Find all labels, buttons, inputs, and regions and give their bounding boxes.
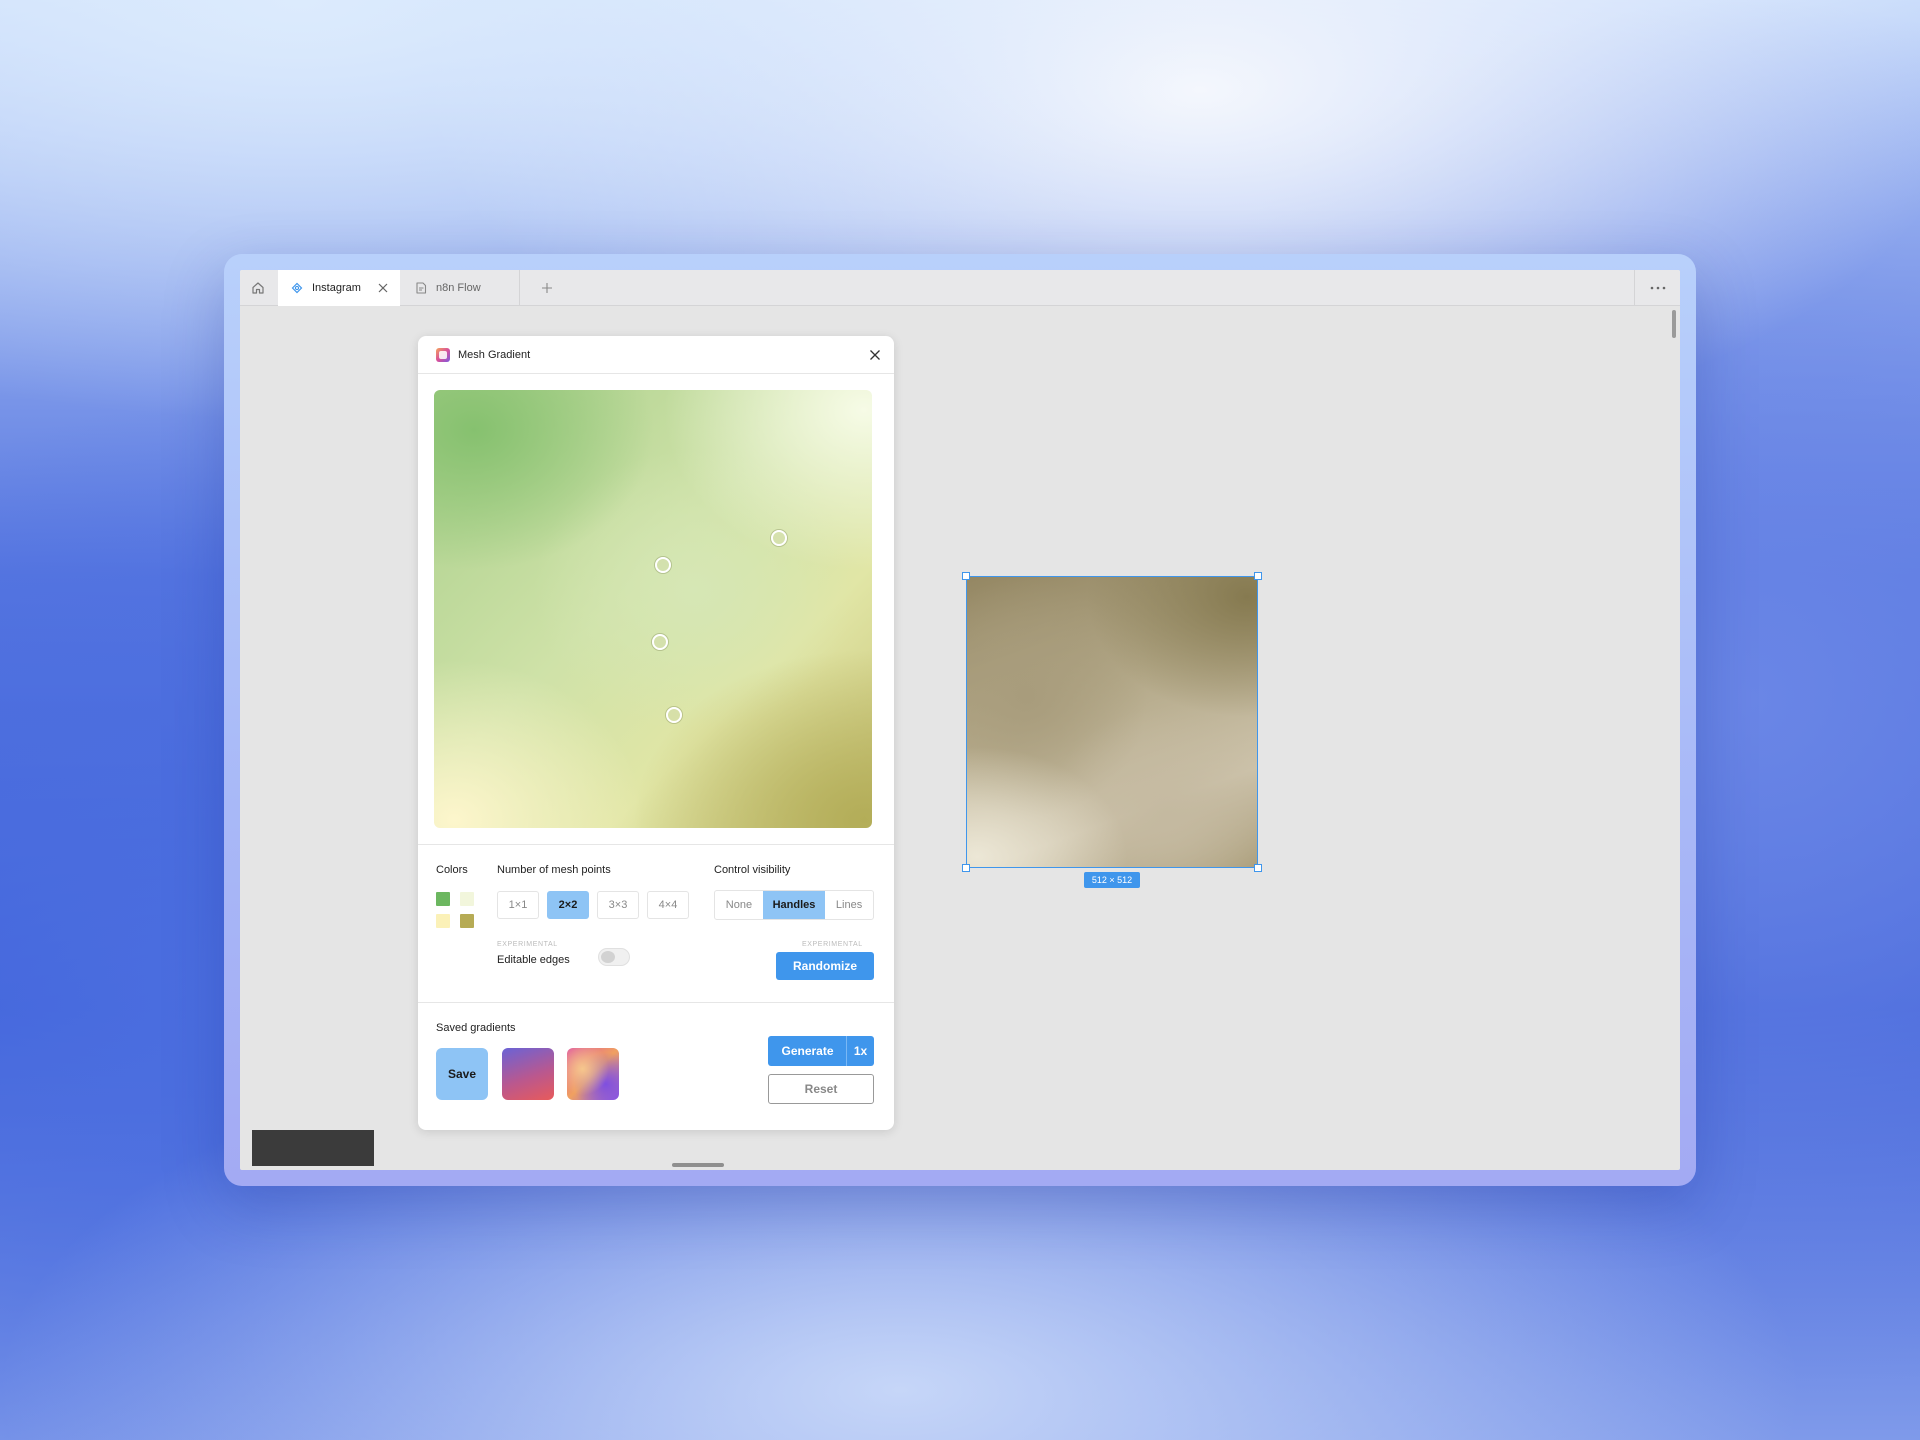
tab-label: Instagram xyxy=(312,282,361,294)
reset-button[interactable]: Reset xyxy=(768,1074,874,1104)
panel-header: Mesh Gradient xyxy=(418,336,894,374)
frame-dimensions-badge: 512 × 512 xyxy=(1084,872,1140,888)
mesh-points-label: Number of mesh points xyxy=(497,864,611,876)
new-tab-button[interactable] xyxy=(532,270,562,306)
mesh-handle[interactable] xyxy=(652,634,668,650)
color-swatch[interactable] xyxy=(460,914,474,928)
resize-handle[interactable] xyxy=(962,572,970,580)
mesh-option-3x3[interactable]: 3×3 xyxy=(597,891,639,919)
editable-edges-label: Editable edges xyxy=(497,954,570,966)
divider xyxy=(418,1002,894,1003)
resize-handle[interactable] xyxy=(1254,572,1262,580)
color-swatch[interactable] xyxy=(460,892,474,906)
plugin-icon xyxy=(290,281,304,295)
panel-title: Mesh Gradient xyxy=(458,348,531,361)
mesh-handle[interactable] xyxy=(655,557,671,573)
save-gradient-button[interactable]: Save xyxy=(436,1048,488,1100)
close-icon xyxy=(870,350,880,360)
tab-bar: Instagram n8n Flow xyxy=(240,270,1680,306)
mesh-option-1x1[interactable]: 1×1 xyxy=(497,891,539,919)
bottom-panel-placeholder xyxy=(252,1130,374,1166)
gradient-preview-canvas[interactable] xyxy=(434,390,872,828)
mesh-handle[interactable] xyxy=(666,707,682,723)
saved-gradient-thumbnail[interactable] xyxy=(502,1048,554,1100)
tab-n8n-flow[interactable]: n8n Flow xyxy=(400,270,520,306)
color-swatch[interactable] xyxy=(436,892,450,906)
resize-handle[interactable] xyxy=(962,864,970,872)
tab-instagram[interactable]: Instagram xyxy=(278,270,400,306)
mesh-handle[interactable] xyxy=(771,530,787,546)
more-menu-button[interactable] xyxy=(1634,270,1680,306)
plugin-logo-icon xyxy=(436,347,450,362)
canvas-frame[interactable] xyxy=(962,572,1262,872)
vertical-scrollbar[interactable] xyxy=(1672,310,1676,338)
resize-handle[interactable] xyxy=(1254,864,1262,872)
close-icon xyxy=(378,283,388,293)
mesh-option-4x4[interactable]: 4×4 xyxy=(647,891,689,919)
visibility-lines[interactable]: Lines xyxy=(825,891,873,919)
scale-dropdown-button[interactable]: 1x xyxy=(847,1036,874,1066)
saved-gradient-thumbnail[interactable] xyxy=(567,1048,619,1100)
app-window: Instagram n8n Flow Mesh Gradient Colors … xyxy=(240,270,1680,1170)
editable-edges-toggle[interactable] xyxy=(598,948,630,966)
visibility-handles[interactable]: Handles xyxy=(762,891,826,919)
tab-label: n8n Flow xyxy=(436,282,481,294)
divider xyxy=(418,844,894,845)
device-frame: Instagram n8n Flow Mesh Gradient Colors … xyxy=(224,254,1696,1186)
control-visibility-group: None Handles Lines xyxy=(714,890,874,920)
saved-gradients-label: Saved gradients xyxy=(436,1022,516,1034)
home-icon xyxy=(252,282,264,294)
close-tab-button[interactable] xyxy=(376,281,390,295)
plus-icon xyxy=(542,283,552,293)
close-panel-button[interactable] xyxy=(868,348,882,362)
ellipsis-icon xyxy=(1650,286,1665,290)
experimental-label: EXPERIMENTAL xyxy=(802,941,863,948)
randomize-button[interactable]: Randomize xyxy=(776,952,874,980)
colors-label: Colors xyxy=(436,864,468,876)
file-icon xyxy=(414,281,428,295)
visibility-none[interactable]: None xyxy=(715,891,763,919)
home-button[interactable] xyxy=(240,270,276,306)
mesh-option-2x2[interactable]: 2×2 xyxy=(547,891,589,919)
color-swatch[interactable] xyxy=(436,914,450,928)
toggle-knob xyxy=(601,951,615,963)
drag-handle[interactable] xyxy=(672,1163,724,1167)
mesh-gradient-panel: Mesh Gradient Colors Number of mesh poin… xyxy=(418,336,894,1130)
generate-button[interactable]: Generate xyxy=(768,1036,847,1066)
experimental-label: EXPERIMENTAL xyxy=(497,941,558,948)
control-visibility-label: Control visibility xyxy=(714,864,791,876)
